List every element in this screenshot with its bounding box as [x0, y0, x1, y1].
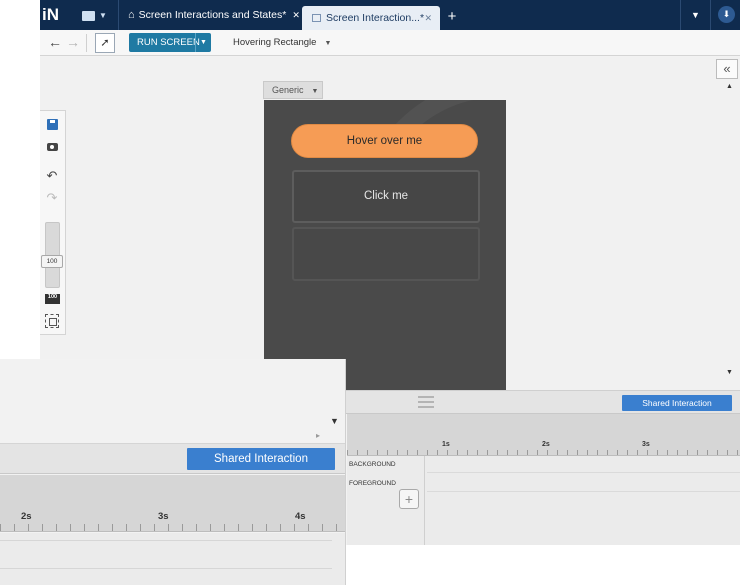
click-me-button[interactable]: Click me	[292, 170, 480, 223]
main-toolbar: ← → ➚ RUN SCREEN ▼ Hovering Rectangle ▼	[40, 30, 740, 56]
tick-label: 3s	[642, 441, 650, 448]
close-tab-icon[interactable]: ✕	[292, 10, 300, 20]
divider	[427, 491, 740, 492]
shared-interaction-button[interactable]: Shared Interaction	[622, 395, 732, 411]
tab-label: Screen Interactions and States*	[138, 9, 287, 21]
camera-icon[interactable]	[45, 141, 59, 155]
folder-icon	[82, 10, 95, 21]
home-icon: ⌂	[128, 9, 135, 21]
tick-label: 1s	[442, 441, 450, 448]
screen-icon	[312, 14, 321, 23]
hovering-rectangle[interactable]	[292, 227, 480, 281]
close-tab-icon[interactable]: ✕	[424, 6, 432, 30]
run-screen-label: RUN SCREEN	[137, 37, 200, 48]
zoomed-detail-panel: ▼ ▸ Shared Interaction 2s 3s 4s	[0, 359, 346, 585]
divider	[424, 456, 425, 545]
timeline-tracks: BACKGROUND FOREGROUND +	[347, 456, 740, 545]
interaction-cursor-button[interactable]: ➚	[95, 33, 115, 53]
design-canvas[interactable]: « ▲ ▼ Generic ▼ Hover over me Click me	[40, 57, 740, 390]
scroll-right-arrow[interactable]: ▸	[316, 431, 320, 440]
undo-icon[interactable]: ↶	[45, 169, 59, 183]
tick-label: 2s	[21, 511, 32, 522]
tick-label: 4s	[295, 511, 306, 522]
shared-interaction-button[interactable]: Shared Interaction	[187, 448, 335, 470]
folder-menu-button[interactable]: ▼	[76, 4, 112, 26]
tab-label: Screen Interaction...*	[326, 12, 425, 24]
ruler-ticks	[0, 524, 345, 531]
tick-label: 2s	[542, 441, 550, 448]
divider	[118, 0, 119, 30]
ruler-ticks	[347, 450, 740, 455]
download-button[interactable]: ⬇	[710, 0, 740, 30]
tab-screen-interaction-active[interactable]: Screen Interaction...* ✕	[302, 6, 440, 30]
scroll-up-arrow[interactable]: ▲	[726, 83, 733, 90]
window-menu-button[interactable]: ▼	[680, 0, 710, 30]
timeline-header: Shared Interaction	[0, 444, 345, 474]
collapse-panel-button[interactable]: «	[716, 59, 738, 79]
device-selector-value: Generic	[272, 85, 304, 95]
state-selector-value: Hovering Rectangle	[233, 37, 317, 48]
scroll-down-arrow[interactable]: ▼	[330, 416, 339, 426]
track-label-foreground: FOREGROUND	[349, 480, 396, 487]
new-tab-button[interactable]: +	[441, 6, 463, 28]
divider	[86, 34, 87, 52]
run-screen-button[interactable]: RUN SCREEN ▼	[129, 33, 211, 52]
screen-artboard[interactable]: Hover over me Click me	[264, 100, 506, 390]
actual-size-icon[interactable]: 100	[45, 294, 60, 304]
divider	[0, 568, 332, 569]
tab-screen-interactions-and-states[interactable]: ⌂ Screen Interactions and States* ✕	[120, 0, 300, 30]
divider	[427, 472, 740, 473]
cursor-click-icon: ➚	[100, 37, 110, 49]
download-icon: ⬇	[718, 6, 735, 23]
title-bar: iN ▼ ⌂ Screen Interactions and States* ✕ S…	[40, 0, 740, 30]
chevron-down-icon: ▼	[324, 40, 332, 47]
timeline-ruler[interactable]: 1s 2s 3s 4s	[347, 414, 740, 456]
hover-over-me-button[interactable]: Hover over me	[291, 124, 478, 158]
run-options-dropdown[interactable]: ▼	[195, 33, 211, 52]
add-icon[interactable]: +	[399, 489, 419, 509]
track-label-background: BACKGROUND	[349, 461, 396, 468]
forward-arrow-icon[interactable]: →	[65, 34, 81, 50]
resize-grip-icon[interactable]	[418, 396, 434, 408]
back-arrow-icon[interactable]: ←	[47, 34, 63, 50]
save-icon[interactable]	[45, 119, 59, 133]
fit-to-screen-icon[interactable]	[45, 314, 59, 328]
tick-label: 3s	[158, 511, 169, 522]
chevron-down-icon: ▼	[99, 10, 107, 20]
scroll-down-arrow[interactable]: ▼	[726, 369, 733, 376]
state-selector[interactable]: Hovering Rectangle ▼	[233, 34, 331, 52]
device-selector[interactable]: Generic ▼	[263, 81, 323, 99]
left-toolbox: ↶ ↷ 100 100	[40, 110, 66, 335]
redo-icon[interactable]: ↷	[45, 191, 59, 205]
chevron-down-icon: ▼	[311, 88, 319, 95]
zoom-slider-handle[interactable]: 100	[41, 255, 63, 268]
divider	[0, 540, 332, 541]
timeline-ruler[interactable]: 2s 3s 4s	[0, 475, 345, 532]
app-root: iN ▼ ⌂ Screen Interactions and States* ✕ S…	[0, 0, 740, 585]
app-logo: iN	[42, 5, 59, 24]
timeline-tracks	[0, 533, 345, 585]
